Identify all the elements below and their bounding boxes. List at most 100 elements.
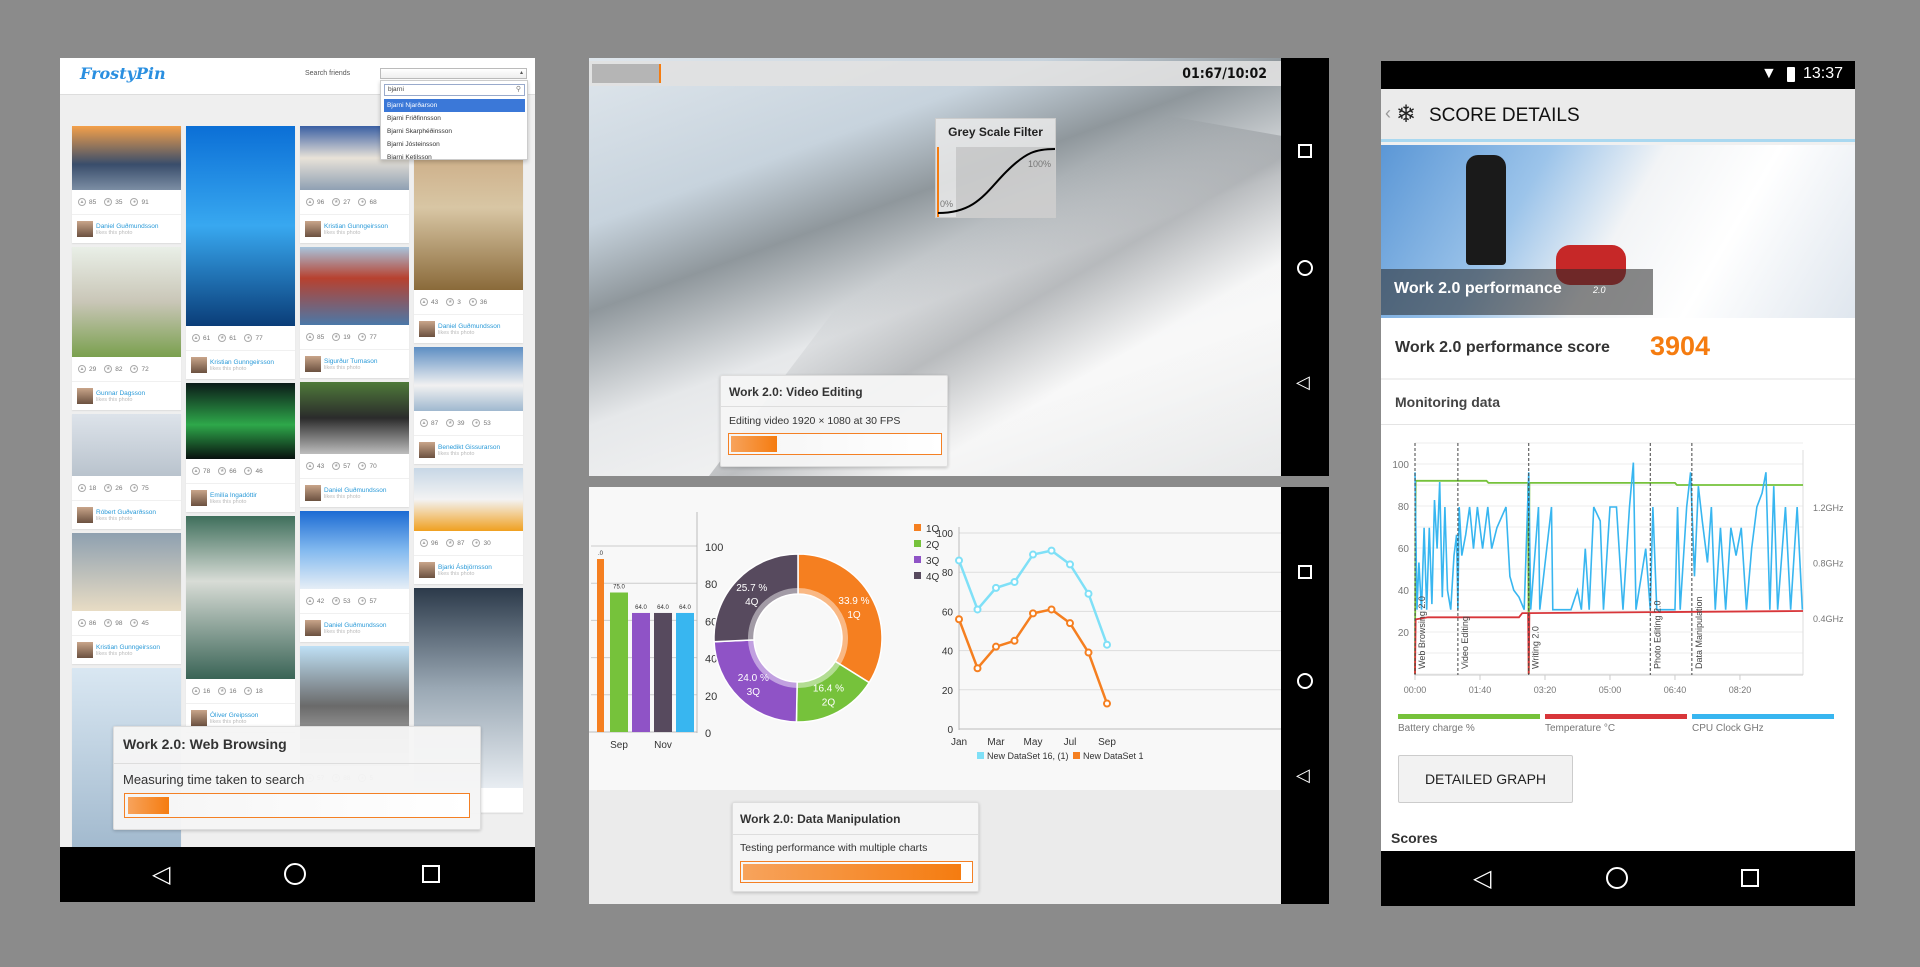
liker-name[interactable]: Bjarki Ásbjörnsson	[438, 564, 492, 571]
stat-comment[interactable]: ● 30	[472, 539, 491, 547]
stat-star[interactable]: ★ 3	[446, 298, 461, 306]
liker-name[interactable]: Daniel Guðmundsson	[324, 622, 387, 629]
suggestion-item[interactable]: Bjarni Friðfinnsson	[384, 112, 525, 125]
stat-star[interactable]: ★ 26	[104, 484, 122, 492]
stat-comment[interactable]: ● 91	[130, 198, 149, 206]
avatar[interactable]	[419, 321, 435, 337]
liker-name[interactable]: Kristian Gunngeirsson	[324, 223, 388, 230]
back-chevron-icon[interactable]: ‹	[1385, 103, 1391, 124]
stat-star[interactable]: ★ 27	[332, 198, 350, 206]
stat-thumbs-up[interactable]: ▲ 43	[306, 462, 324, 470]
avatar[interactable]	[77, 388, 93, 404]
stat-thumbs-up[interactable]: ▲ 78	[192, 467, 210, 475]
suggestion-item[interactable]: Bjarni Ketilsson	[384, 151, 525, 159]
photo-card[interactable]: ▲ 86 ★ 98 ● 45 Kristian Gunngeirsson likes this…	[72, 533, 181, 664]
photo-card[interactable]: ▲ 85 ★ 19 ● 77 Sigurður Turnason likes this pho…	[300, 247, 409, 378]
stat-star[interactable]: ★ 82	[104, 365, 122, 373]
photo-card[interactable]: ▲ 18 ★ 26 ● 75 Róbert Guðvarðsson likes this ph…	[72, 414, 181, 529]
photo-card[interactable]: ▲ 42 ★ 53 ● 57 Daniel Guðmundsson likes this ph…	[300, 511, 409, 642]
stat-star[interactable]: ★ 66	[218, 467, 236, 475]
liker-name[interactable]: Sigurður Turnason	[324, 358, 377, 365]
stat-comment[interactable]: ● 57	[358, 597, 377, 605]
suggestion-item[interactable]: Bjarni Jósteinsson	[384, 138, 525, 151]
back-icon[interactable]: ◁	[1473, 864, 1491, 893]
liker-name[interactable]: Róbert Guðvarðsson	[96, 509, 156, 516]
liker-name[interactable]: Benedikt Gissurarson	[438, 444, 500, 451]
stat-thumbs-up[interactable]: ▲ 85	[78, 198, 96, 206]
photo-card[interactable]: ▲ 78 ★ 66 ● 46 Emilía Ingadóttir likes this pho…	[186, 383, 295, 512]
home-icon[interactable]	[284, 863, 306, 885]
stat-star[interactable]: ★ 57	[332, 462, 350, 470]
back-icon[interactable]: ◁	[1296, 372, 1310, 393]
stat-thumbs-up[interactable]: ▲ 29	[78, 365, 96, 373]
liker-name[interactable]: Daniel Guðmundsson	[324, 487, 387, 494]
stat-thumbs-up[interactable]: ▲ 61	[192, 334, 210, 342]
detailed-graph-button[interactable]: DETAILED GRAPH	[1398, 755, 1573, 803]
liker-name[interactable]: Daniel Guðmundsson	[438, 323, 501, 330]
photo-card[interactable]: ▲ 96 ★ 87 ● 30 Bjarki Ásbjörnsson likes this ph…	[414, 468, 523, 584]
photo[interactable]	[300, 511, 409, 589]
stat-comment[interactable]: ● 75	[130, 484, 149, 492]
avatar[interactable]	[419, 442, 435, 458]
stat-star[interactable]: ★ 98	[104, 619, 122, 627]
avatar[interactable]	[77, 507, 93, 523]
photo[interactable]	[72, 126, 181, 190]
photo-card[interactable]: ▲ 87 ★ 39 ● 53 Benedikt Gissurarson likes this …	[414, 347, 523, 464]
liker-name[interactable]: Óliver Greipsson	[210, 712, 258, 719]
photo[interactable]	[186, 516, 295, 679]
stat-comment[interactable]: ● 77	[358, 333, 377, 341]
stat-comment[interactable]: ● 46	[244, 467, 263, 475]
recents-icon[interactable]	[1298, 565, 1312, 579]
search-friends-select[interactable]: ▴	[380, 68, 527, 79]
stat-comment[interactable]: ● 36	[468, 298, 487, 306]
photo[interactable]	[414, 347, 523, 411]
liker-name[interactable]: Gunnar Dagsson	[96, 390, 145, 397]
avatar[interactable]	[77, 642, 93, 658]
stat-thumbs-up[interactable]: ▲ 87	[420, 419, 438, 427]
home-icon[interactable]	[1297, 260, 1313, 276]
video-timeline[interactable]: 01:67/10:02	[589, 61, 1281, 86]
stat-comment[interactable]: ● 53	[472, 419, 491, 427]
stat-thumbs-up[interactable]: ▲ 18	[78, 484, 96, 492]
suggestion-item[interactable]: Bjarni Njarðarson	[384, 99, 525, 112]
stat-comment[interactable]: ● 68	[358, 198, 377, 206]
photo-card[interactable]: ▲ 16 ★ 16 ● 18 Óliver Greipsson likes this phot…	[186, 516, 295, 732]
stat-star[interactable]: ★ 16	[218, 687, 236, 695]
stat-star[interactable]: ★ 61	[218, 334, 236, 342]
photo-card[interactable]: ▲ 61 ★ 61 ● 77 Kristian Gunngeirsson likes this…	[186, 126, 295, 379]
back-icon[interactable]: ◁	[152, 860, 170, 889]
photo[interactable]	[186, 383, 295, 459]
stat-thumbs-up[interactable]: ▲ 96	[306, 198, 324, 206]
suggestion-item[interactable]: Bjarni Skarphéðinsson	[384, 125, 525, 138]
stat-comment[interactable]: ● 45	[130, 619, 149, 627]
stat-comment[interactable]: ● 18	[244, 687, 263, 695]
stat-star[interactable]: ★ 53	[332, 597, 350, 605]
photo[interactable]	[72, 247, 181, 357]
avatar[interactable]	[305, 485, 321, 501]
liker-name[interactable]: Daniel Guðmundsson	[96, 223, 159, 230]
liker-name[interactable]: Emilía Ingadóttir	[210, 492, 257, 499]
liker-name[interactable]: Kristian Gunngeirsson	[210, 359, 274, 366]
stat-star[interactable]: ★ 87	[446, 539, 464, 547]
frostypin-logo[interactable]: FrostyPin	[80, 64, 166, 83]
photo[interactable]	[72, 414, 181, 476]
photo-card[interactable]: ▲ 29 ★ 82 ● 72 Gunnar Dagsson likes this photo	[72, 247, 181, 410]
photo-card[interactable]: ▲ 43 ★ 57 ● 70 Daniel Guðmundsson likes this ph…	[300, 382, 409, 507]
recents-icon[interactable]	[1741, 869, 1759, 887]
stat-thumbs-up[interactable]: ▲ 85	[306, 333, 324, 341]
photo[interactable]	[414, 468, 523, 531]
stat-thumbs-up[interactable]: ▲ 42	[306, 597, 324, 605]
stat-star[interactable]: ★ 19	[332, 333, 350, 341]
photo[interactable]	[72, 533, 181, 611]
stat-star[interactable]: ★ 35	[104, 198, 122, 206]
avatar[interactable]	[305, 620, 321, 636]
avatar[interactable]	[191, 357, 207, 373]
search-friends-input[interactable]: bjarni ⚲	[384, 84, 525, 96]
back-icon[interactable]: ◁	[1296, 765, 1310, 786]
avatar[interactable]	[191, 710, 207, 726]
liker-name[interactable]: Kristian Gunngeirsson	[96, 644, 160, 651]
photo[interactable]	[300, 382, 409, 454]
recents-icon[interactable]	[422, 865, 440, 883]
stat-comment[interactable]: ● 70	[358, 462, 377, 470]
home-icon[interactable]	[1606, 867, 1628, 889]
